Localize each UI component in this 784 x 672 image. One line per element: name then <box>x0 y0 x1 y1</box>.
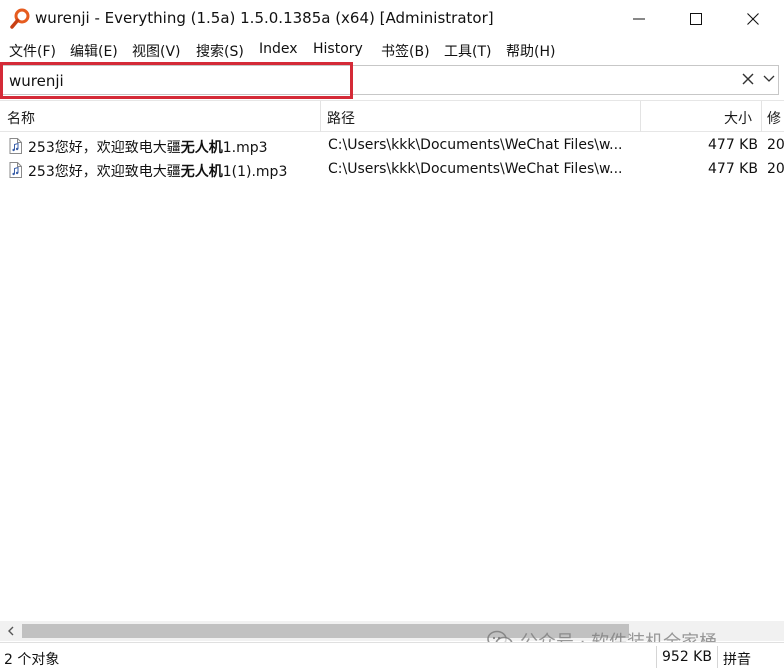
result-modified: 20 <box>767 161 784 177</box>
column-header-path[interactable]: 路径 <box>327 108 355 128</box>
search-history-dropdown-icon[interactable] <box>762 73 776 85</box>
menu-help[interactable]: 帮助(H) <box>505 41 556 61</box>
result-name: 253您好，欢迎致电大疆无人机1.mp3 <box>28 137 268 157</box>
maximize-button[interactable] <box>667 0 725 38</box>
close-window-button[interactable] <box>724 0 782 38</box>
column-header-size[interactable]: 大小 <box>724 108 752 128</box>
search-bar: wurenji <box>0 64 784 98</box>
status-pinyin-mode[interactable]: 拼音 <box>723 649 751 669</box>
result-row[interactable]: 253您好，欢迎致电大疆无人机1(1).mp3 C:\Users\kkk\Doc… <box>0 158 784 182</box>
name-text: 1.mp3 <box>222 140 268 156</box>
window-title: wurenji - Everything (1.5a) 1.5.0.1385a … <box>35 9 494 27</box>
result-path: C:\Users\kkk\Documents\WeChat Files\w... <box>328 137 623 153</box>
result-path: C:\Users\kkk\Documents\WeChat Files\w... <box>328 161 623 177</box>
minimize-button[interactable] <box>610 0 668 38</box>
result-modified: 20 <box>767 137 784 153</box>
minimize-icon <box>633 18 645 20</box>
result-name: 253您好，欢迎致电大疆无人机1(1).mp3 <box>28 161 287 181</box>
result-size: 477 KB <box>708 137 758 153</box>
scroll-left-icon[interactable] <box>5 625 17 637</box>
menu-search[interactable]: 搜索(S) <box>195 41 245 61</box>
column-divider[interactable] <box>320 101 321 132</box>
status-divider <box>656 646 657 668</box>
menu-view[interactable]: 视图(V) <box>131 41 182 61</box>
name-match-highlight: 无人机 <box>180 140 223 156</box>
search-input-value: wurenji <box>9 72 64 90</box>
magnifier-icon <box>10 8 30 29</box>
results-header: 名称 路径 大小 修 <box>0 100 784 132</box>
close-icon <box>747 13 759 25</box>
menu-edit[interactable]: 编辑(E) <box>69 41 119 61</box>
clear-search-icon[interactable] <box>741 72 755 86</box>
status-total-size: 952 KB <box>662 649 712 665</box>
column-divider[interactable] <box>640 101 641 132</box>
menu-index[interactable]: Index <box>258 41 299 57</box>
result-row[interactable]: 253您好，欢迎致电大疆无人机1.mp3 C:\Users\kkk\Docume… <box>0 134 784 158</box>
audio-file-icon <box>9 162 22 178</box>
name-text: 253您好，欢迎致电大疆 <box>28 140 181 156</box>
menu-bookmarks[interactable]: 书签(B) <box>380 41 431 61</box>
menu-history[interactable]: History <box>312 41 364 57</box>
maximize-icon <box>690 13 702 25</box>
menu-tools[interactable]: 工具(T) <box>443 41 492 61</box>
column-divider[interactable] <box>761 101 762 132</box>
audio-file-icon <box>9 138 22 154</box>
column-header-modified[interactable]: 修 <box>767 108 781 128</box>
column-header-name[interactable]: 名称 <box>7 108 35 128</box>
menu-file[interactable]: 文件(F) <box>8 41 57 61</box>
status-object-count: 2 个对象 <box>4 652 60 668</box>
name-match-highlight: 无人机 <box>180 164 223 180</box>
title-bar[interactable]: wurenji - Everything (1.5a) 1.5.0.1385a … <box>0 0 784 38</box>
status-divider <box>717 646 718 668</box>
name-text: 1(1).mp3 <box>222 164 288 180</box>
menu-bar: 文件(F) 编辑(E) 视图(V) 搜索(S) Index History 书签… <box>0 38 784 63</box>
status-bar: 2 个对象 952 KB 拼音 <box>0 642 784 672</box>
search-input[interactable]: wurenji <box>1 65 779 95</box>
name-text: 253您好，欢迎致电大疆 <box>28 164 181 180</box>
result-size: 477 KB <box>708 161 758 177</box>
